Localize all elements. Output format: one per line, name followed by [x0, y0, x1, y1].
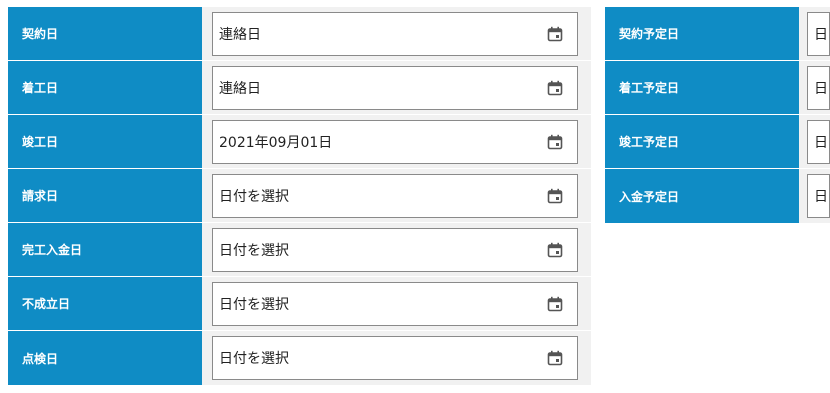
- field-label: 竣工日: [8, 115, 202, 168]
- field-cell: 日付を選択: [202, 169, 591, 222]
- date-field-value: 日: [814, 189, 828, 205]
- contract-date-input[interactable]: 連絡日: [212, 11, 578, 56]
- field-label: 着工予定日: [605, 61, 799, 114]
- date-field-value: 2021年09月01日: [219, 134, 333, 151]
- failed-date-input[interactable]: 日付を選択: [212, 281, 578, 326]
- date-field-value: 日付を選択: [219, 188, 289, 205]
- field-label: 着工日: [8, 61, 202, 114]
- field-cell: 日付を選択: [202, 331, 591, 385]
- planned-payment-date-input[interactable]: 日: [807, 174, 830, 218]
- calendar-icon[interactable]: [547, 242, 563, 258]
- date-field-value: 連絡日: [219, 26, 261, 43]
- field-cell: 日: [799, 7, 830, 60]
- field-label: 契約予定日: [605, 7, 799, 60]
- date-field-value: 日: [814, 134, 828, 151]
- form-row-completion-date: 竣工日 2021年09月01日: [8, 115, 591, 169]
- field-label: 竣工予定日: [605, 115, 799, 168]
- date-field-value: 連絡日: [219, 80, 261, 97]
- form-row-failed-date: 不成立日 日付を選択: [8, 277, 591, 331]
- left-date-form: 契約日 連絡日 着工日 連絡日 竣工日 2021年09月01日 請求日 日付を選…: [8, 7, 591, 385]
- date-field-value: 日: [814, 26, 828, 43]
- field-cell: 連絡日: [202, 61, 591, 114]
- date-field-value: 日付を選択: [219, 351, 289, 367]
- calendar-icon[interactable]: [547, 26, 563, 42]
- calendar-icon[interactable]: [547, 80, 563, 96]
- planned-completion-date-input[interactable]: 日: [807, 119, 830, 164]
- form-row-inspection-date: 点検日 日付を選択: [8, 331, 591, 385]
- field-cell: 日付を選択: [202, 223, 591, 276]
- calendar-icon[interactable]: [547, 350, 563, 366]
- date-field-value: 日付を選択: [219, 242, 289, 259]
- form-row-planned-contract-date: 契約予定日 日: [605, 7, 830, 61]
- form-row-payment-date: 完工入金日 日付を選択: [8, 223, 591, 277]
- field-label: 完工入金日: [8, 223, 202, 276]
- calendar-icon[interactable]: [547, 188, 563, 204]
- payment-date-input[interactable]: 日付を選択: [212, 227, 578, 272]
- planned-start-date-input[interactable]: 日: [807, 65, 830, 110]
- form-row-billing-date: 請求日 日付を選択: [8, 169, 591, 223]
- calendar-icon[interactable]: [547, 134, 563, 150]
- field-label: 契約日: [8, 7, 202, 60]
- right-date-form: 契約予定日 日 着工予定日 日 竣工予定日 日 入金予定日 日: [605, 7, 830, 223]
- form-row-start-date: 着工日 連絡日: [8, 61, 591, 115]
- field-label: 点検日: [8, 331, 202, 385]
- planned-contract-date-input[interactable]: 日: [807, 11, 830, 56]
- calendar-icon[interactable]: [547, 296, 563, 312]
- field-label: 請求日: [8, 169, 202, 222]
- completion-date-input[interactable]: 2021年09月01日: [212, 119, 578, 164]
- date-form-screen: 契約日 連絡日 着工日 連絡日 竣工日 2021年09月01日 請求日 日付を選…: [0, 0, 830, 393]
- form-row-planned-payment-date: 入金予定日 日: [605, 169, 830, 223]
- field-cell: 連絡日: [202, 7, 591, 60]
- field-cell: 2021年09月01日: [202, 115, 591, 168]
- form-row-planned-completion-date: 竣工予定日 日: [605, 115, 830, 169]
- field-cell: 日: [799, 115, 830, 168]
- field-label: 入金予定日: [605, 169, 799, 223]
- date-field-value: 日付を選択: [219, 296, 289, 313]
- inspection-date-input[interactable]: 日付を選択: [212, 336, 578, 380]
- field-label: 不成立日: [8, 277, 202, 330]
- form-row-contract-date: 契約日 連絡日: [8, 7, 591, 61]
- billing-date-input[interactable]: 日付を選択: [212, 173, 578, 218]
- form-row-planned-start-date: 着工予定日 日: [605, 61, 830, 115]
- field-cell: 日: [799, 61, 830, 114]
- field-cell: 日: [799, 169, 830, 223]
- field-cell: 日付を選択: [202, 277, 591, 330]
- date-field-value: 日: [814, 80, 828, 97]
- start-date-input[interactable]: 連絡日: [212, 65, 578, 110]
